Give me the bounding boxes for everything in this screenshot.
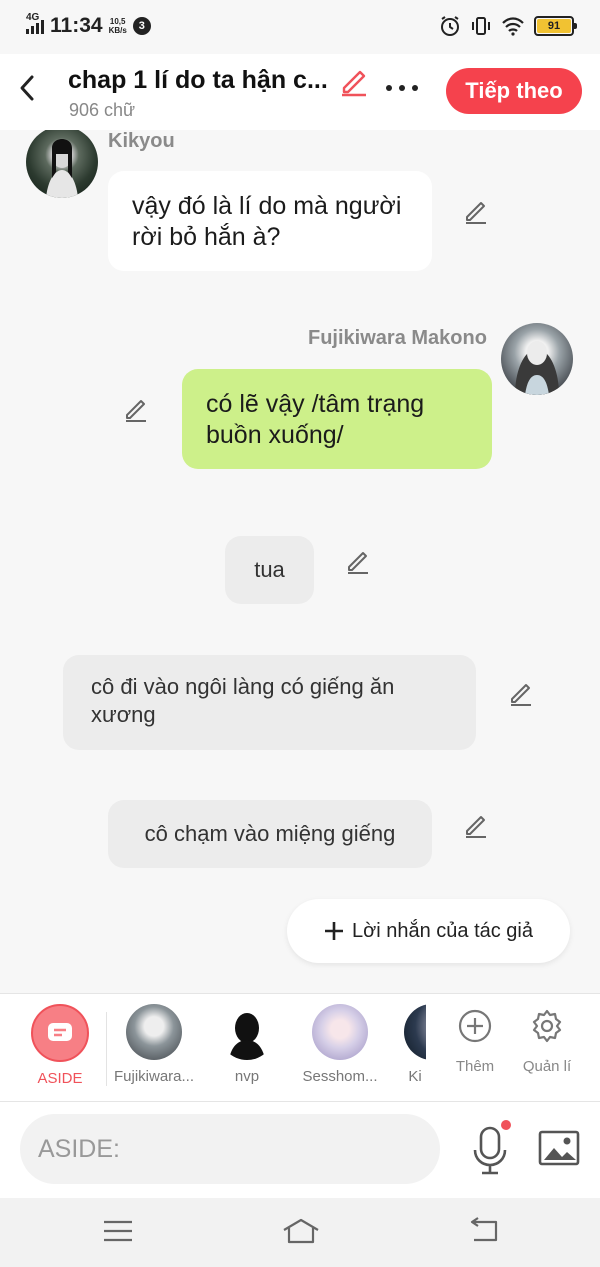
edit-title-button[interactable] bbox=[338, 66, 370, 98]
aside-bubble[interactable]: cô đi vào ngôi làng có giếng ăn xương bbox=[63, 655, 476, 750]
pencil-icon bbox=[466, 202, 486, 224]
character-label: Ki bbox=[408, 1068, 422, 1085]
avatar-kikyou[interactable] bbox=[26, 130, 98, 198]
menu-button[interactable] bbox=[100, 1216, 136, 1246]
home-icon bbox=[283, 1218, 319, 1244]
menu-icon bbox=[104, 1220, 132, 1242]
network-type: 4G bbox=[26, 11, 40, 23]
message-input[interactable]: ASIDE: bbox=[20, 1114, 440, 1184]
voice-input-button[interactable] bbox=[470, 1122, 510, 1176]
pencil-icon bbox=[342, 70, 366, 97]
avatar bbox=[126, 1004, 182, 1060]
speaker-name: Fujikiwara Makono bbox=[308, 327, 487, 349]
character-nvp[interactable]: nvp bbox=[212, 1004, 282, 1085]
edit-message-button[interactable] bbox=[462, 812, 490, 840]
battery-icon: 91 bbox=[534, 16, 577, 36]
avatar bbox=[219, 1004, 275, 1060]
clock: 11:34 bbox=[50, 14, 103, 37]
insert-image-button[interactable] bbox=[538, 1128, 580, 1168]
message-bubble[interactable]: vậy đó là lí do mà người rời bỏ hắn à? bbox=[108, 171, 432, 271]
gear-icon bbox=[532, 1009, 562, 1043]
avatar bbox=[312, 1004, 368, 1060]
avatar-fujikiwara[interactable] bbox=[501, 323, 573, 395]
vibrate-icon bbox=[472, 17, 490, 35]
alarm-icon bbox=[441, 16, 459, 36]
author-note-button[interactable]: Lời nhắn của tác giả bbox=[287, 899, 570, 963]
divider bbox=[106, 1012, 107, 1086]
image-icon bbox=[538, 1130, 580, 1166]
add-label: Thêm bbox=[455, 1058, 495, 1075]
dot-icon bbox=[386, 85, 392, 91]
character-label: Fujikiwara... bbox=[113, 1068, 195, 1085]
message-icon bbox=[48, 1023, 72, 1041]
avatar bbox=[404, 1004, 426, 1060]
more-options-button[interactable] bbox=[386, 76, 426, 100]
pencil-icon bbox=[511, 684, 531, 706]
add-character-button[interactable]: Thêm bbox=[445, 1008, 505, 1075]
aside-bubble[interactable]: cô chạm vào miệng giếng bbox=[108, 800, 432, 868]
battery-level: 91 bbox=[537, 19, 571, 33]
character-label: Sesshom... bbox=[302, 1068, 378, 1085]
page-title: chap 1 lí do ta hận c... bbox=[68, 66, 328, 94]
header: chap 1 lí do ta hận c... 906 chữ Tiếp th… bbox=[0, 54, 600, 130]
character-label: nvp bbox=[234, 1068, 260, 1085]
character-sesshomaru[interactable]: Sesshom... bbox=[298, 1004, 382, 1085]
pencil-icon bbox=[126, 400, 146, 422]
aside-text: tua bbox=[254, 557, 285, 582]
manage-button[interactable]: Quản lí bbox=[517, 1008, 577, 1075]
notification-count-badge: 3 bbox=[132, 17, 151, 35]
edit-message-button[interactable] bbox=[507, 680, 535, 708]
status-bar: 4G 11:34 10,5 KB/s 3 91 bbox=[0, 0, 600, 54]
home-button[interactable] bbox=[281, 1216, 321, 1246]
navigation-bar bbox=[0, 1198, 600, 1267]
network-speed: 10,5 KB/s bbox=[109, 17, 127, 35]
dot-icon bbox=[399, 85, 405, 91]
plus-icon bbox=[324, 922, 343, 940]
chevron-left-icon bbox=[20, 75, 34, 101]
next-chapter-button[interactable]: Tiếp theo bbox=[446, 68, 582, 114]
signal-icon: 4G bbox=[26, 12, 44, 34]
manage-label: Quản lí bbox=[522, 1058, 572, 1075]
notification-dot bbox=[501, 1120, 511, 1130]
aside-text: cô đi vào ngôi làng có giếng ăn xương bbox=[91, 674, 395, 727]
character-kikyou[interactable]: Ki bbox=[404, 1004, 426, 1085]
speed-unit: KB/s bbox=[108, 26, 127, 35]
word-count: 906 chữ bbox=[69, 100, 136, 120]
speaker-name: Kikyou bbox=[108, 130, 175, 152]
message-text: vậy đó là lí do mà người rời bỏ hắn à? bbox=[132, 192, 402, 251]
wifi-icon bbox=[502, 17, 524, 36]
microphone-icon bbox=[473, 1126, 507, 1175]
input-bar: ASIDE: bbox=[0, 1102, 600, 1198]
edit-message-button[interactable] bbox=[462, 198, 490, 226]
character-aside[interactable]: ASIDE bbox=[28, 1004, 92, 1087]
plus-circle-icon bbox=[458, 1009, 492, 1043]
character-fujikiwara[interactable]: Fujikiwara... bbox=[112, 1004, 196, 1085]
pencil-icon bbox=[466, 816, 486, 838]
aside-text: cô chạm vào miệng giếng bbox=[144, 821, 396, 846]
back-nav-button[interactable] bbox=[466, 1216, 502, 1246]
dot-icon bbox=[412, 85, 418, 91]
aside-avatar bbox=[31, 1004, 89, 1062]
chat-area[interactable]: Kikyou vậy đó là lí do mà người rời bỏ h… bbox=[0, 130, 600, 993]
speed-value: 10,5 bbox=[109, 17, 126, 26]
message-bubble[interactable]: có lẽ vậy /tâm trạng buồn xuống/ bbox=[182, 369, 492, 469]
back-button[interactable] bbox=[12, 70, 42, 106]
back-arrow-icon bbox=[470, 1217, 498, 1242]
character-label: ASIDE bbox=[37, 1070, 83, 1087]
aside-bubble[interactable]: tua bbox=[225, 536, 314, 604]
author-note-label: Lời nhắn của tác giả bbox=[351, 919, 533, 942]
message-text: có lẽ vậy /tâm trạng buồn xuống/ bbox=[206, 390, 425, 449]
edit-message-button[interactable] bbox=[344, 548, 372, 576]
pencil-icon bbox=[348, 552, 368, 574]
edit-message-button[interactable] bbox=[122, 396, 150, 424]
character-bar: ASIDE Fujikiwara... nvp Sesshom... Ki Th… bbox=[0, 993, 600, 1102]
